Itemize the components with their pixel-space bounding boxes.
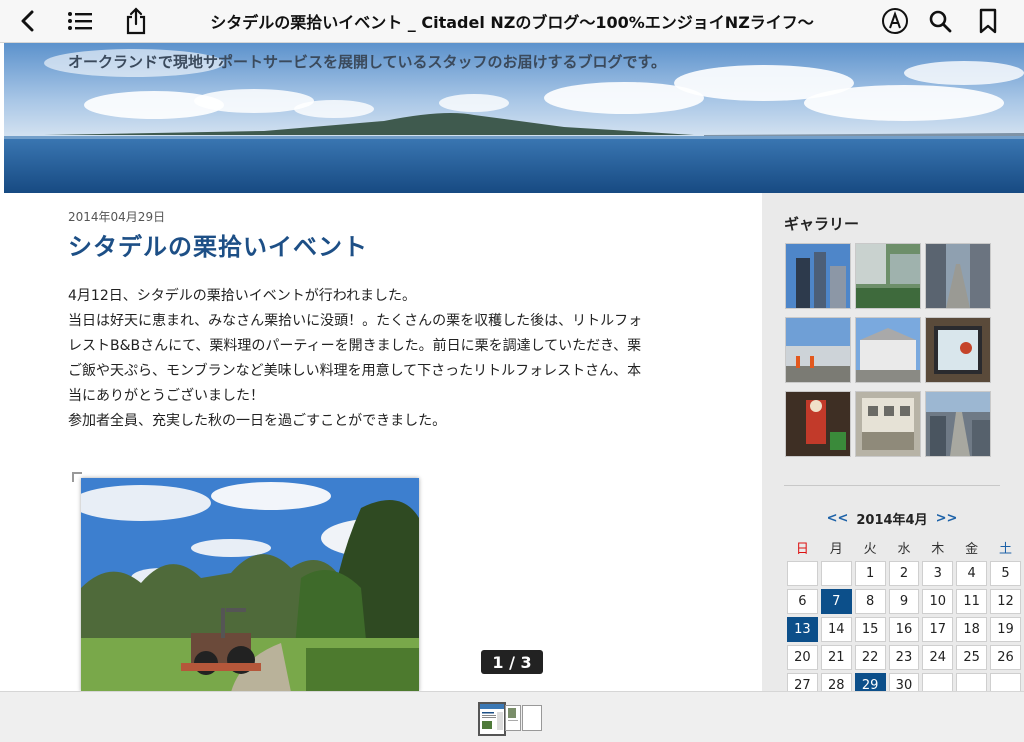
calendar-day: 22	[854, 645, 886, 670]
page-thumbnail-strip	[0, 691, 1024, 742]
calendar-header: << 2014年4月 >>	[784, 509, 1000, 528]
calendar-day: 21	[820, 645, 852, 670]
page-thumbnail-1[interactable]	[478, 702, 506, 736]
calendar-day: 24	[922, 645, 954, 670]
calendar-day: 4	[956, 561, 988, 586]
calendar-day: 16	[888, 617, 920, 642]
calendar-day: 19	[990, 617, 1021, 642]
page-thumbnail-3[interactable]	[522, 705, 542, 731]
calendar-weekday: 月	[829, 541, 843, 557]
calendar-weekday: 水	[897, 541, 911, 557]
calendar-day: 8	[854, 589, 886, 614]
share-button[interactable]	[120, 5, 152, 37]
gallery-thumb[interactable]	[785, 317, 851, 383]
calendar-day: 20	[787, 645, 818, 670]
calendar-month-label: 2014年4月	[856, 513, 928, 528]
calendar-day: 2	[888, 561, 920, 586]
post-paragraph: 当にありがとうございました！	[68, 388, 264, 404]
gallery-thumb[interactable]	[855, 317, 921, 383]
calendar-weekday: 木	[931, 541, 945, 557]
gallery-thumb[interactable]	[785, 243, 851, 309]
calendar-day-link[interactable]: 7	[820, 589, 852, 614]
blog-post: 2014年04月29日 シタデルの栗拾いイベント 4月12日、シタデルの栗拾いイ…	[68, 208, 708, 434]
post-paragraph: レストB&Bさんにて、栗料理のパーティーを開きました。前日に栗を調達していただき…	[68, 338, 642, 354]
calendar-day-empty	[820, 561, 852, 586]
contents-button[interactable]	[64, 5, 96, 37]
post-photo[interactable]	[81, 478, 419, 692]
calendar-day-empty	[787, 561, 818, 586]
post-date: 2014年04月29日	[68, 210, 166, 224]
gallery-thumb[interactable]	[925, 317, 991, 383]
back-button[interactable]	[12, 5, 44, 37]
tractor-field-photo	[81, 478, 419, 692]
top-toolbar: シタデルの栗拾いイベント _ Citadel NZのブログ〜100%エンジョイN…	[0, 0, 1024, 43]
calendar-weekday: 日	[795, 541, 809, 557]
share-icon	[126, 7, 146, 35]
page-thumbnail-2[interactable]	[505, 705, 521, 731]
calendar-day: 12	[990, 589, 1021, 614]
gallery-thumb[interactable]	[925, 391, 991, 457]
calendar-day: 6	[787, 589, 818, 614]
gallery-thumb[interactable]	[785, 391, 851, 457]
page-indicator: 1 / 3	[481, 650, 543, 674]
bookmark-icon	[979, 8, 997, 34]
gallery-thumb[interactable]	[925, 243, 991, 309]
calendar-day: 23	[888, 645, 920, 670]
gallery-heading: ギャラリー	[784, 215, 860, 233]
calendar-day: 5	[990, 561, 1021, 586]
calendar-next-month[interactable]: >>	[936, 511, 958, 526]
calendar-day: 3	[922, 561, 954, 586]
gallery-thumb[interactable]	[855, 243, 921, 309]
calendar-day: 14	[820, 617, 852, 642]
calendar: 日 月 火 水 木 金 土 1 2 3 4 5 6 7 8 9 10 11 12…	[784, 533, 1024, 701]
markup-icon	[882, 8, 908, 34]
calendar-weekday: 火	[863, 541, 877, 557]
calendar-prev-month[interactable]: <<	[827, 511, 849, 526]
post-paragraph: 当日は好天に恵まれ、みなさん栗拾いに没頭！。たくさんの栗を収穫した後は、リトルフ…	[68, 313, 643, 329]
gallery-thumb[interactable]	[855, 391, 921, 457]
calendar-day: 15	[854, 617, 886, 642]
post-paragraph: 参加者全員、充実した秋の一日を過ごすことができました。	[68, 413, 447, 429]
calendar-weekday: 土	[999, 541, 1013, 557]
markup-button[interactable]	[879, 5, 911, 37]
calendar-day: 18	[956, 617, 988, 642]
bookmark-button[interactable]	[972, 5, 1004, 37]
calendar-day: 26	[990, 645, 1021, 670]
document-title: シタデルの栗拾いイベント _ Citadel NZのブログ〜100%エンジョイN…	[210, 13, 814, 32]
post-paragraph: 4月12日、シタデルの栗拾いイベントが行われました。	[68, 288, 417, 304]
sidebar-divider	[784, 485, 1000, 486]
blog-tagline: オークランドで現地サポートサービスを展開しているスタッフのお届けするブログです。	[68, 53, 667, 71]
list-icon	[68, 12, 92, 30]
calendar-day: 11	[956, 589, 988, 614]
post-paragraph: ご飯や天ぷら、モンブランなど美味しい料理を用意して下さったリトルフォレストさん、…	[68, 363, 642, 379]
calendar-day-link[interactable]: 13	[787, 617, 818, 642]
calendar-day: 25	[956, 645, 988, 670]
calendar-day: 9	[888, 589, 920, 614]
back-icon	[21, 10, 34, 32]
calendar-day: 10	[922, 589, 954, 614]
post-title[interactable]: シタデルの栗拾いイベント	[68, 227, 708, 262]
search-button[interactable]	[924, 5, 956, 37]
post-body: 4月12日、シタデルの栗拾いイベントが行われました。 当日は好天に恵まれ、みなさ…	[68, 284, 708, 434]
calendar-weekday: 金	[965, 541, 979, 557]
calendar-day: 17	[922, 617, 954, 642]
calendar-day: 1	[854, 561, 886, 586]
search-icon	[929, 10, 952, 33]
header-banner: オークランドで現地サポートサービスを展開しているスタッフのお届けするブログです。	[4, 43, 1024, 193]
sidebar: ギャラリー << 2014年4月 >> 日 月 火 水 木 金 土 1 2 3 …	[762, 193, 1024, 698]
